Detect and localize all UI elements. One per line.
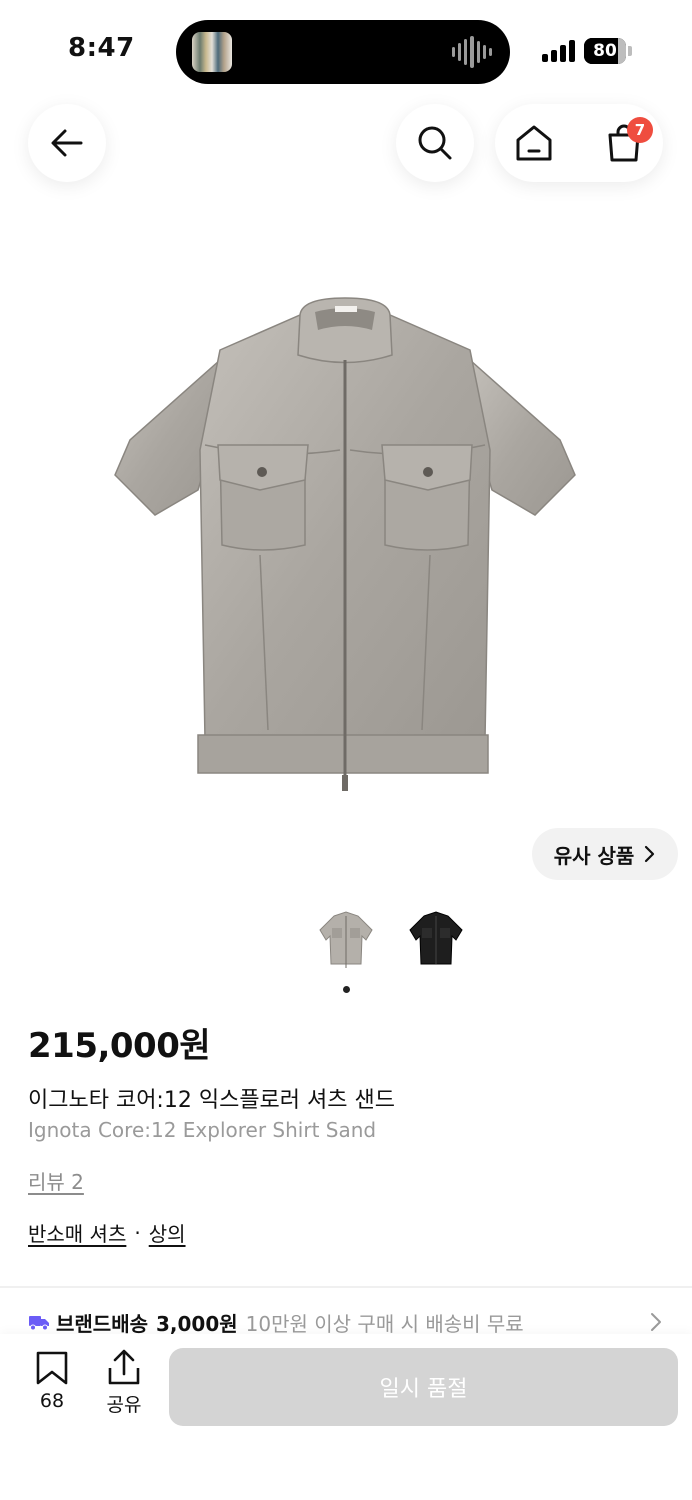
- thumbnail-black[interactable]: [406, 908, 466, 970]
- bookmark-icon: [36, 1351, 68, 1385]
- now-playing-artwork: [192, 32, 232, 72]
- share-button[interactable]: 공유: [94, 1348, 154, 1420]
- back-button[interactable]: [28, 104, 106, 182]
- similar-products-button[interactable]: 유사 상품: [532, 828, 678, 880]
- category-link-tops[interactable]: 상의: [149, 1218, 186, 1247]
- truck-icon: [29, 1316, 49, 1331]
- share-icon: [108, 1349, 140, 1385]
- search-icon: [418, 126, 452, 160]
- status-time: 8:47: [68, 33, 135, 63]
- home-cart-group: 7: [495, 104, 663, 182]
- review-link[interactable]: 리뷰 2: [28, 1166, 84, 1195]
- thumbnail-sand[interactable]: [316, 908, 376, 970]
- bookmark-count: 68: [39, 1390, 65, 1412]
- cellular-signal-icon: [542, 40, 576, 62]
- battery-icon: 80: [584, 38, 632, 64]
- image-page-indicator: [343, 986, 350, 993]
- category-breadcrumb: 반소매 셔츠 · 상의: [28, 1218, 186, 1247]
- share-label: 공유: [106, 1394, 142, 1416]
- chevron-right-icon: [645, 845, 655, 863]
- shipping-fee: 3,000원: [156, 1311, 238, 1336]
- battery-percentage: 80: [593, 41, 617, 61]
- product-name-english: Ignota Core:12 Explorer Shirt Sand: [28, 1118, 377, 1142]
- similar-products-label: 유사 상품: [553, 843, 635, 868]
- product-name-korean: 이그노타 코어:12 익스플로러 셔츠 샌드: [28, 1088, 395, 1113]
- bookmark-button[interactable]: 68: [22, 1350, 82, 1420]
- dynamic-island: [176, 20, 510, 84]
- category-link-short-sleeve-shirt[interactable]: 반소매 셔츠: [28, 1218, 126, 1247]
- thumbnail-strip: [316, 908, 466, 970]
- category-separator: ·: [134, 1220, 141, 1245]
- audio-wave-icon: [452, 36, 492, 68]
- section-divider: [0, 1286, 692, 1288]
- home-icon[interactable]: [511, 120, 557, 166]
- sold-out-button[interactable]: 일시 품절: [169, 1348, 678, 1426]
- product-image[interactable]: [110, 290, 580, 800]
- bottom-action-bar: 68 공유 일시 품절: [0, 1334, 692, 1500]
- status-bar: 8:47 80: [0, 0, 692, 100]
- chevron-right-icon: [651, 1313, 661, 1331]
- cart-badge: 7: [627, 117, 653, 143]
- search-button[interactable]: [396, 104, 474, 182]
- product-price: 215,000원: [28, 1026, 211, 1066]
- shipping-note: 10만원 이상 구매 시 배송비 무료: [245, 1311, 524, 1336]
- shipping-label: 브랜드배송: [56, 1311, 148, 1336]
- arrow-left-icon: [51, 129, 83, 157]
